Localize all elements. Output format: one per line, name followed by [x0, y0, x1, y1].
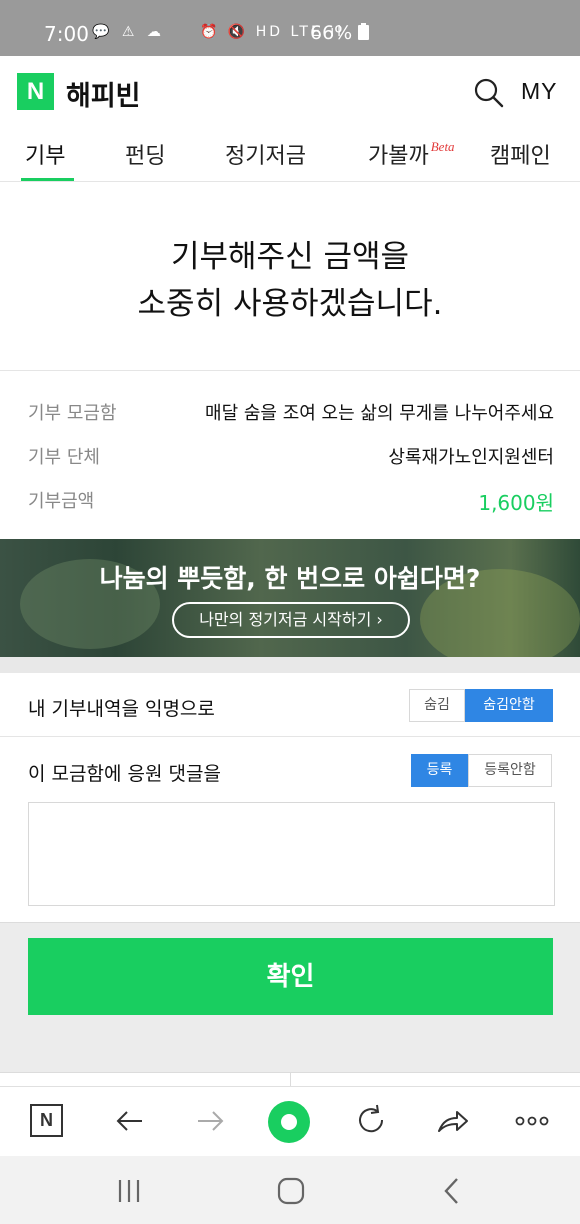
tab-donate[interactable]: 기부 [25, 138, 65, 170]
share-icon[interactable] [435, 1103, 471, 1139]
regular-savings-banner[interactable]: 나눔의 뿌듯함, 한 번으로 아쉽다면? 나만의 정기저금 시작하기 › [0, 539, 580, 657]
tab-funding[interactable]: 펀딩 [125, 138, 165, 170]
system-back-icon[interactable] [442, 1177, 462, 1205]
tab-explore-label: 가볼까 [368, 144, 429, 169]
donation-amount: 1,600원 [478, 491, 554, 515]
active-tab-indicator [21, 178, 74, 181]
info-key: 기부 모금함 [28, 403, 117, 424]
battery-icon [358, 23, 370, 40]
anonymous-toggle: 숨김 숨김안함 [409, 689, 553, 722]
green-dot-icon[interactable] [268, 1101, 310, 1143]
my-page-link[interactable]: MY [521, 78, 558, 105]
naver-home-icon[interactable]: N [30, 1104, 63, 1137]
naver-logo[interactable]: N [17, 73, 54, 110]
hide-button[interactable]: 숨김 [409, 689, 465, 722]
confirm-button[interactable]: 확인 [28, 938, 553, 1015]
comment-box [28, 802, 555, 906]
status-bar: 7:00 💬 ⚠ ☁ ⏰ 🔇 HD LTE ıl 66% [0, 0, 580, 56]
banner-headline: 나눔의 뿌듯함, 한 번으로 아쉽다면? [99, 564, 481, 593]
start-regular-savings-button[interactable]: 나만의 정기저금 시작하기 › [172, 602, 410, 638]
comment-input[interactable] [29, 803, 554, 905]
forward-arrow-icon[interactable] [192, 1103, 228, 1139]
browser-toolbar: N [0, 1086, 580, 1156]
dont-hide-button[interactable]: 숨김안함 [465, 689, 553, 722]
comment-option-label: 이 모금함에 응원 댓글을 [28, 763, 221, 785]
thank-you-message: 기부해주신 금액을 소중히 사용하겠습니다. [0, 183, 580, 369]
home-icon[interactable] [277, 1177, 305, 1205]
beta-badge: Beta [430, 139, 455, 154]
footer-divider [290, 1073, 291, 1087]
info-key: 기부 단체 [28, 447, 100, 468]
register-comment-button[interactable]: 등록 [411, 754, 468, 787]
comment-toggle: 등록 등록안함 [411, 754, 552, 787]
app-header: N 해피빈 MY [0, 56, 580, 128]
battery-level: 66% [310, 22, 370, 44]
refresh-icon[interactable] [353, 1103, 389, 1139]
more-options-icon[interactable] [514, 1103, 550, 1139]
app-title[interactable]: 해피빈 [66, 74, 141, 113]
search-icon[interactable] [474, 78, 504, 108]
organization-name: 상록재가노인지원센터 [388, 447, 554, 468]
recent-apps-icon[interactable] [116, 1178, 142, 1204]
info-key: 기부금액 [28, 491, 95, 512]
status-time: 7:00 [44, 22, 89, 46]
notification-icons: 💬 ⚠ ☁ [92, 24, 165, 40]
tab-campaign[interactable]: 캠페인 [490, 138, 551, 170]
system-navigation-bar [0, 1156, 580, 1224]
thank-you-line-1: 기부해주신 금액을 [170, 239, 409, 275]
anonymous-option-row: 내 기부내역을 익명으로 숨김 숨김안함 [0, 673, 580, 737]
footer-strip [0, 1072, 580, 1087]
info-row-organization: 기부 단체 상록재가노인지원센터 [28, 443, 554, 473]
thank-you-line-2: 소중히 사용하겠습니다. [137, 286, 443, 322]
confirm-section: 확인 [0, 922, 580, 1072]
back-arrow-icon[interactable] [112, 1103, 148, 1139]
info-row-fundraiser: 기부 모금함 매달 숨을 조여 오는 삶의 무게를 나누어주세요 [28, 399, 554, 429]
section-divider [0, 657, 580, 673]
tab-regular-savings[interactable]: 정기저금 [225, 138, 306, 170]
fundraiser-title: 매달 숨을 조여 오는 삶의 무게를 나누어주세요 [205, 403, 554, 424]
tab-explore[interactable]: 가볼까 Beta [368, 138, 455, 170]
anonymous-option-label: 내 기부내역을 익명으로 [28, 698, 215, 720]
info-row-amount: 기부금액 1,600원 [28, 487, 554, 517]
donation-summary: 기부 모금함 매달 숨을 조여 오는 삶의 무게를 나누어주세요 기부 단체 상… [0, 370, 580, 538]
main-tabs: 기부 펀딩 정기저금 가볼까 Beta 캠페인 [0, 128, 580, 182]
no-comment-button[interactable]: 등록안함 [468, 754, 552, 787]
